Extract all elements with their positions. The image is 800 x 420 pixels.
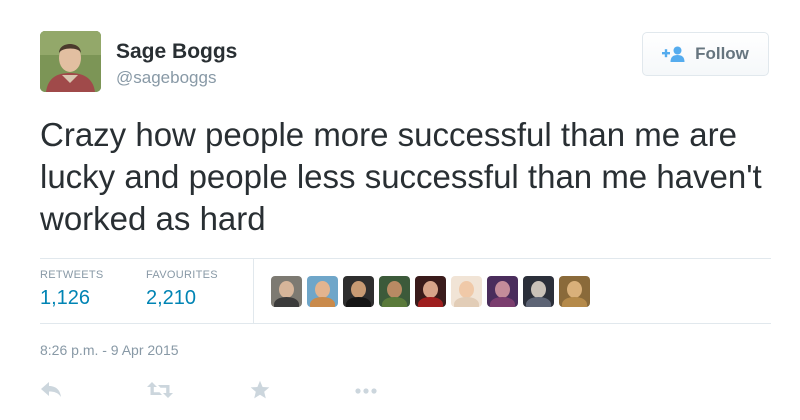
retweets-count[interactable]: 1,126 [40, 287, 104, 310]
retweets-stat[interactable]: RETWEETS 1,126 [40, 269, 104, 310]
favourites-count[interactable]: 2,210 [146, 287, 218, 310]
favouriter-avatar[interactable] [343, 276, 374, 307]
reply-icon [40, 382, 62, 404]
tweet-stats: RETWEETS 1,126 FAVOURITES 2,210 [40, 258, 771, 324]
favouriter-avatar[interactable] [559, 276, 590, 307]
favouriter-avatar[interactable] [415, 276, 446, 307]
retweet-button[interactable] [147, 380, 173, 405]
favourite-button[interactable] [250, 380, 270, 405]
favouriter-avatar[interactable] [487, 276, 518, 307]
reply-button[interactable] [40, 380, 62, 405]
more-button[interactable] [354, 380, 378, 405]
follow-person-plus-icon [662, 46, 686, 62]
user-display-name[interactable]: Sage Boggs [116, 40, 237, 64]
tweet-text: Crazy how people more successful than me… [40, 116, 762, 237]
favouriter-avatar[interactable] [451, 276, 482, 307]
favouriter-avatars [271, 276, 590, 307]
favourites-stat[interactable]: FAVOURITES 2,210 [146, 269, 218, 310]
favourites-label: FAVOURITES [146, 269, 218, 281]
favouriter-avatar[interactable] [271, 276, 302, 307]
avatar[interactable] [40, 31, 101, 92]
follow-button-label: Follow [695, 44, 749, 63]
follow-button[interactable]: Follow [642, 32, 769, 76]
user-handle[interactable]: @sageboggs [116, 68, 216, 88]
favouriter-avatar[interactable] [307, 276, 338, 307]
favouriter-avatar[interactable] [523, 276, 554, 307]
retweet-icon [147, 382, 173, 404]
stats-divider [253, 259, 254, 323]
star-icon [250, 380, 270, 404]
more-dots-icon [354, 387, 378, 404]
retweets-label: RETWEETS [40, 269, 104, 281]
tweet-card: Sage Boggs @sageboggs Follow Crazy how p… [0, 0, 800, 420]
favouriter-avatar[interactable] [379, 276, 410, 307]
tweet-timestamp[interactable]: 8:26 p.m. - 9 Apr 2015 [40, 342, 179, 358]
